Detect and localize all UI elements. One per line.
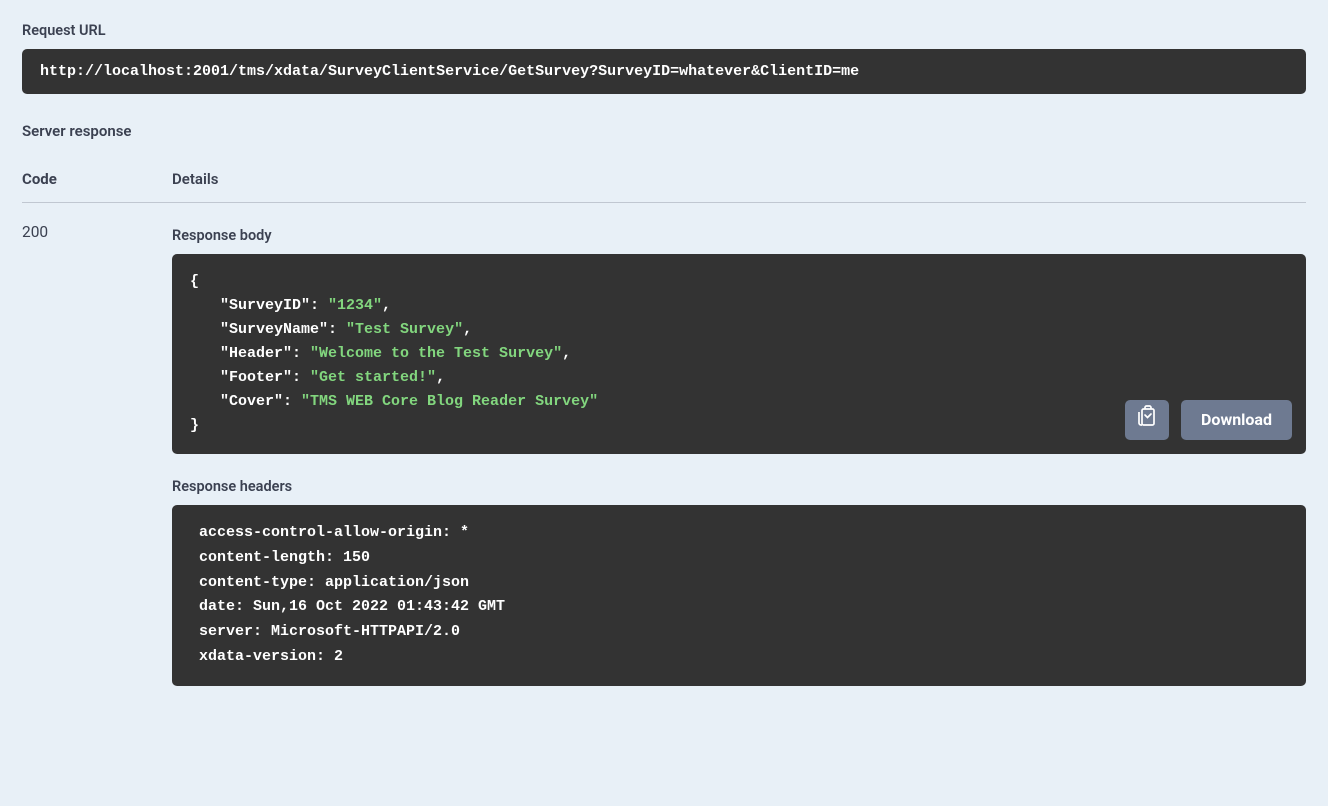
table-row: 200 Response body {"SurveyID": "1234","S… (22, 223, 1306, 686)
details-content: Response body {"SurveyID": "1234","Surve… (172, 223, 1306, 686)
status-code: 200 (22, 223, 172, 686)
clipboard-icon (1137, 405, 1157, 436)
response-headers-box: access-control-allow-origin: * content-l… (172, 505, 1306, 686)
response-body-json: {"SurveyID": "1234","SurveyName": "Test … (190, 270, 1288, 438)
response-body-box: {"SurveyID": "1234","SurveyName": "Test … (172, 254, 1306, 454)
response-table-header: Code Details (22, 170, 1306, 203)
download-button[interactable]: Download (1181, 400, 1292, 440)
request-url-label: Request URL (22, 22, 1306, 39)
request-url-box: http://localhost:2001/tms/xdata/SurveyCl… (22, 49, 1306, 94)
response-headers-label: Response headers (172, 478, 1306, 495)
response-body-label: Response body (172, 227, 1306, 244)
copy-button[interactable] (1125, 400, 1169, 440)
column-code: Code (22, 170, 172, 188)
response-table: Code Details 200 Response body {"SurveyI… (22, 170, 1306, 686)
column-details: Details (172, 170, 1306, 188)
server-response-label: Server response (22, 122, 1306, 140)
